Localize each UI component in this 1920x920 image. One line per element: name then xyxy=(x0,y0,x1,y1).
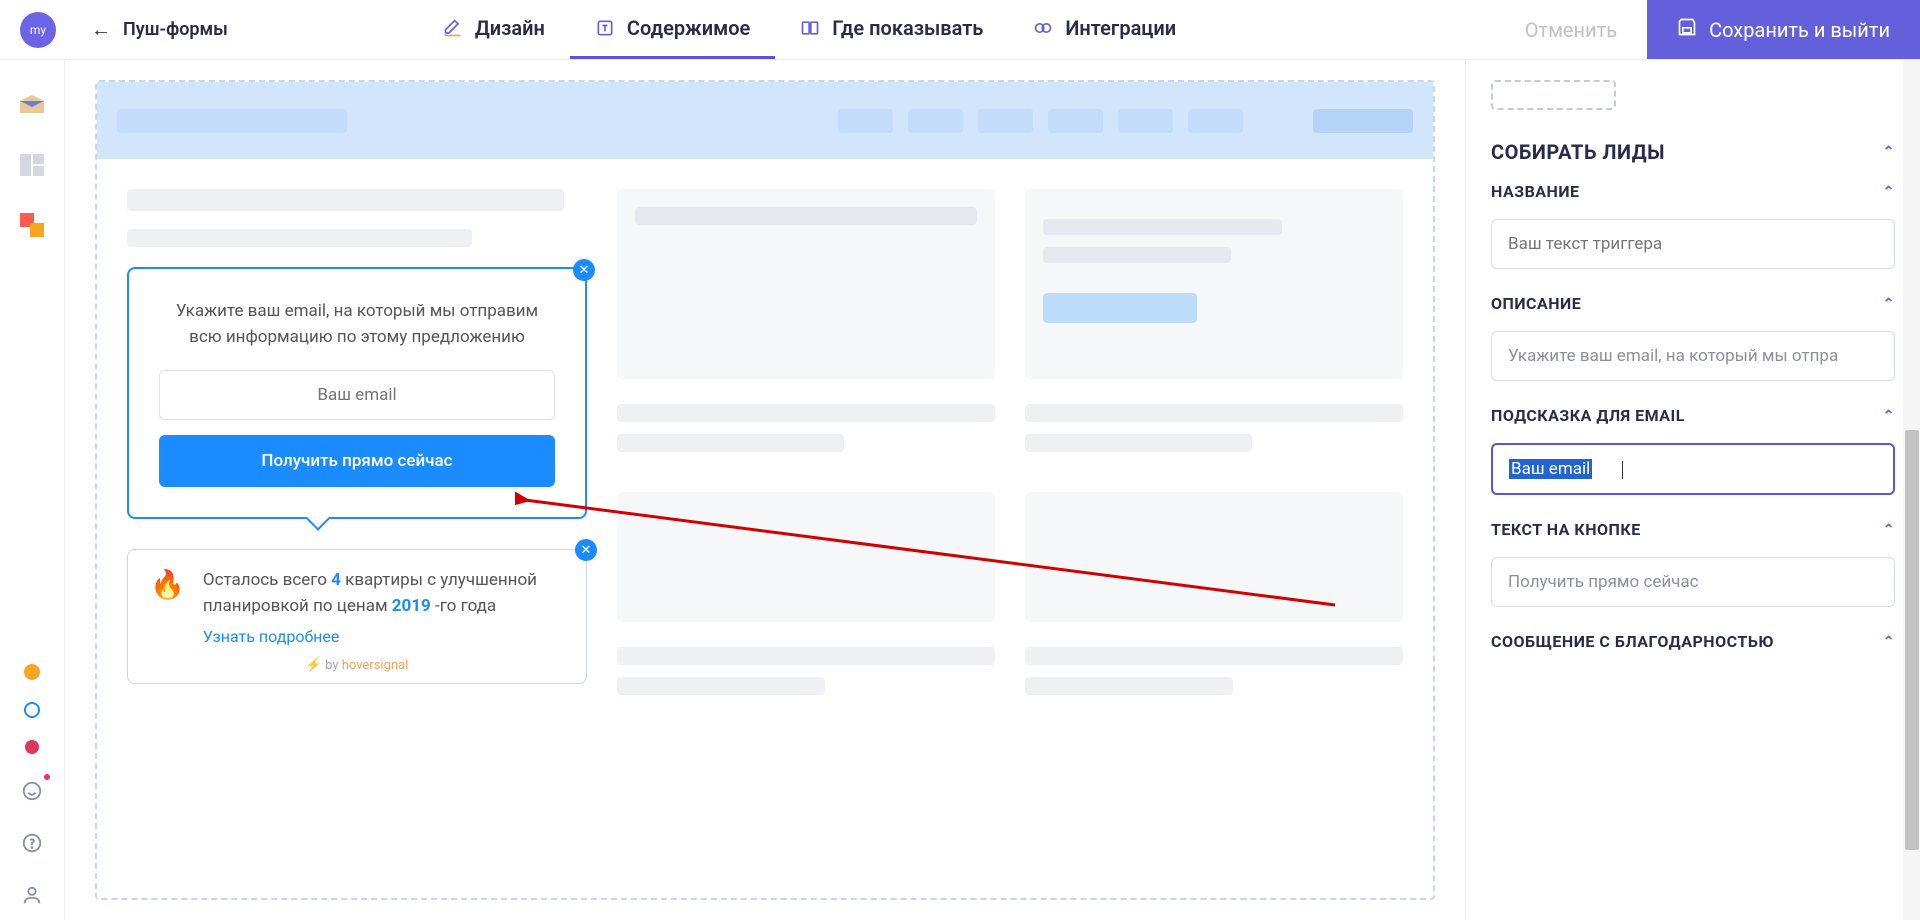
chat-icon[interactable] xyxy=(17,776,47,806)
breadcrumb[interactable]: ← Пуш-формы xyxy=(91,17,228,42)
brush-icon xyxy=(443,18,463,38)
notif-branding: ⚡ by hoversignal xyxy=(150,658,564,673)
description-input[interactable]: Укажите ваш email, на который мы отпра xyxy=(1491,331,1895,381)
left-sidebar xyxy=(0,60,65,920)
chevron-up-icon: ⌃ xyxy=(1883,144,1895,160)
email-hint-input[interactable]: Ваш email xyxy=(1491,443,1895,495)
popup-close-icon[interactable]: ✕ xyxy=(573,259,595,281)
sidebar-item-pages[interactable] xyxy=(17,150,47,180)
section-description[interactable]: ОПИСАНИЕ ⌃ xyxy=(1491,294,1895,313)
button-text-input[interactable]: Получить прямо сейчас xyxy=(1491,557,1895,607)
tab-label: Дизайн xyxy=(475,16,545,40)
help-icon[interactable] xyxy=(17,828,47,858)
save-button[interactable]: Сохранить и выйти xyxy=(1647,0,1920,59)
scrollbar-thumb[interactable] xyxy=(1905,430,1919,850)
chevron-up-icon: ⌃ xyxy=(1883,634,1895,650)
popup-email-input[interactable] xyxy=(159,370,555,420)
scrollbar-track[interactable] xyxy=(1903,60,1920,920)
save-label: Сохранить и выйти xyxy=(1709,18,1890,42)
name-input[interactable] xyxy=(1491,219,1895,269)
properties-panel: СОБИРАТЬ ЛИДЫ ⌃ НАЗВАНИЕ ⌃ ОПИСАНИЕ ⌃ Ук… xyxy=(1465,60,1920,920)
chevron-up-icon: ⌃ xyxy=(1883,184,1895,200)
section-button-text[interactable]: ТЕКСТ НА КНОПКЕ ⌃ xyxy=(1491,520,1895,539)
save-icon xyxy=(1677,17,1697,42)
notification-preview[interactable]: ✕ 🔥 Осталось всего 4 квартиры с улучшенн… xyxy=(127,549,587,684)
sidebar-item-inbox[interactable] xyxy=(17,90,47,120)
section-collect-leads[interactable]: СОБИРАТЬ ЛИДЫ ⌃ xyxy=(1491,140,1895,164)
popup-description: Укажите ваш email, на который мы отправи… xyxy=(159,299,555,350)
section-thanks[interactable]: СООБЩЕНИЕ С БЛАГОДАРНОСТЬЮ ⌃ xyxy=(1491,632,1895,651)
skeleton-card xyxy=(1025,492,1403,622)
fire-icon: 🔥 xyxy=(150,568,185,601)
skeleton-card xyxy=(1025,189,1403,379)
tab-content[interactable]: Содержимое xyxy=(570,0,775,59)
notif-close-icon[interactable]: ✕ xyxy=(575,539,597,561)
popup-submit-button[interactable]: Получить прямо сейчас xyxy=(159,435,555,487)
chevron-up-icon: ⌃ xyxy=(1883,296,1895,312)
cancel-button[interactable]: Отменить xyxy=(1525,18,1617,42)
tab-label: Где показывать xyxy=(832,16,983,40)
chevron-up-icon: ⌃ xyxy=(1883,408,1895,424)
status-dot-red[interactable] xyxy=(25,740,39,754)
back-arrow-icon: ← xyxy=(91,17,111,42)
preview-canvas: ✕ Укажите ваш email, на который мы отпра… xyxy=(95,80,1435,900)
integrations-icon xyxy=(1033,18,1053,38)
tab-design[interactable]: Дизайн xyxy=(418,0,570,59)
popup-preview[interactable]: ✕ Укажите ваш email, на который мы отпра… xyxy=(127,267,587,519)
section-email-hint[interactable]: ПОДСКАЗКА ДЛЯ EMAIL ⌃ xyxy=(1491,406,1895,425)
section-name[interactable]: НАЗВАНИЕ ⌃ xyxy=(1491,182,1895,201)
skeleton-card xyxy=(617,492,995,622)
notif-link[interactable]: Узнать подробнее xyxy=(203,627,340,646)
notif-text: Осталось всего 4 квартиры с улучшенной п… xyxy=(203,568,564,619)
chevron-up-icon: ⌃ xyxy=(1883,522,1895,538)
tab-where[interactable]: Где показывать xyxy=(775,0,1008,59)
avatar[interactable]: my xyxy=(20,12,56,48)
status-dot-orange[interactable] xyxy=(24,664,40,680)
skeleton-card xyxy=(617,189,995,379)
tab-label: Интеграции xyxy=(1065,16,1176,40)
breadcrumb-label: Пуш-формы xyxy=(123,19,228,40)
tab-label: Содержимое xyxy=(627,16,750,40)
layout-icon xyxy=(800,18,820,38)
user-icon[interactable] xyxy=(17,880,47,910)
text-frame-icon xyxy=(595,18,615,38)
skeleton-header xyxy=(97,82,1433,159)
sidebar-item-blocks[interactable] xyxy=(17,210,47,240)
status-dot-ring[interactable] xyxy=(24,702,40,718)
placeholder-slot[interactable] xyxy=(1491,80,1616,110)
tab-integrations[interactable]: Интеграции xyxy=(1008,0,1201,59)
